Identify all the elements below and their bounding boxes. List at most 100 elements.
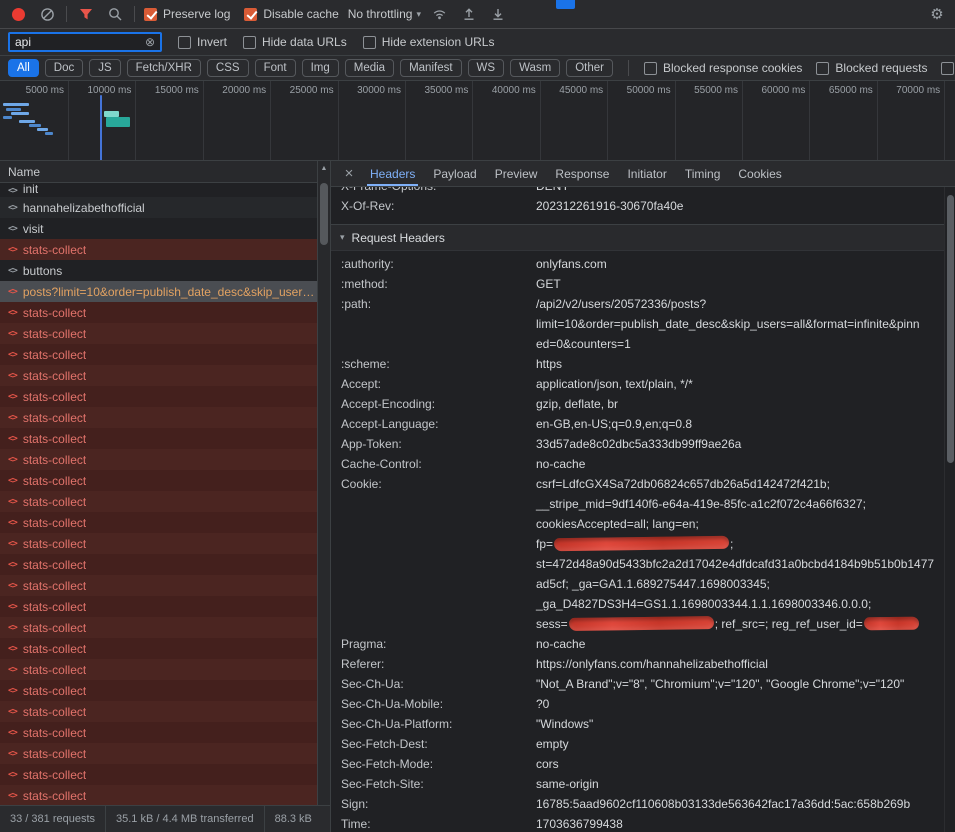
request-row[interactable]: <>stats-collect xyxy=(0,344,317,365)
request-row[interactable]: <>stats-collect xyxy=(0,785,317,805)
type-chip-js[interactable]: JS xyxy=(89,59,120,77)
request-type-icon: <> xyxy=(8,413,17,423)
checkbox-blocked-response-cookies[interactable]: Blocked response cookies xyxy=(644,61,802,75)
request-type-icon: <> xyxy=(8,644,17,654)
scrollbar-thumb[interactable] xyxy=(320,183,328,245)
tab-cookies[interactable]: Cookies xyxy=(729,161,790,186)
request-row[interactable]: <>stats-collect xyxy=(0,386,317,407)
request-headers-section[interactable]: ▾Request Headers xyxy=(331,224,944,251)
filter-toggle-button[interactable] xyxy=(76,4,96,24)
type-chip-img[interactable]: Img xyxy=(302,59,339,77)
request-row[interactable]: <>stats-collect xyxy=(0,575,317,596)
close-icon[interactable]: × xyxy=(337,166,361,181)
tab-payload[interactable]: Payload xyxy=(424,161,485,186)
type-chip-other[interactable]: Other xyxy=(566,59,613,77)
checkbox-hide-extension-urls[interactable]: Hide extension URLs xyxy=(363,35,495,49)
request-row[interactable]: <>stats-collect xyxy=(0,512,317,533)
request-row[interactable]: <>stats-collect xyxy=(0,302,317,323)
search-button[interactable] xyxy=(105,4,125,24)
checkbox-3rd-party-requests[interactable]: 3rd-party requests xyxy=(941,61,955,75)
scroll-up-icon[interactable]: ▲ xyxy=(318,161,330,175)
header-row: Sec-Ch-Ua-Platform:"Windows" xyxy=(331,714,944,734)
request-row[interactable]: <>stats-collect xyxy=(0,554,317,575)
record-button[interactable] xyxy=(8,4,28,24)
request-row[interactable]: <>stats-collect xyxy=(0,323,317,344)
request-row[interactable]: <>stats-collect xyxy=(0,722,317,743)
request-row[interactable]: <>hannahelizabethofficial xyxy=(0,197,317,218)
tab-preview[interactable]: Preview xyxy=(486,161,547,186)
toolbar-separator xyxy=(628,60,629,76)
type-chip-font[interactable]: Font xyxy=(255,59,296,77)
request-row-selected[interactable]: <>posts?limit=10&order=publish_date_desc… xyxy=(0,281,317,302)
request-name: buttons xyxy=(23,264,62,278)
overview-time-label: 15000 ms xyxy=(155,85,203,96)
request-row[interactable]: <>stats-collect xyxy=(0,680,317,701)
header-value-line: cookiesAccepted=all; lang=en; xyxy=(536,514,934,534)
type-chip-manifest[interactable]: Manifest xyxy=(400,59,461,77)
name-column-header[interactable]: Name xyxy=(0,161,330,183)
checkbox-blocked-requests[interactable]: Blocked requests xyxy=(816,61,927,75)
request-row[interactable]: <>stats-collect xyxy=(0,470,317,491)
settings-button[interactable]: ⚙ xyxy=(927,4,947,24)
overview-time-label: 60000 ms xyxy=(761,85,809,96)
requests-scrollbar[interactable]: ▲ xyxy=(317,161,330,805)
request-row[interactable]: <>stats-collect xyxy=(0,659,317,680)
throttling-select[interactable]: No throttling ▾ xyxy=(348,7,421,21)
type-chip-ws[interactable]: WS xyxy=(468,59,505,77)
type-chip-all[interactable]: All xyxy=(8,59,39,77)
header-value-line: _ga_D4827DS3H4=GS1.1.1698003344.1.1.1698… xyxy=(536,594,934,614)
export-har-button[interactable] xyxy=(488,4,508,24)
request-row[interactable]: <>stats-collect xyxy=(0,239,317,260)
header-value-line: 16785:5aad9602cf110608b03133de563642fac1… xyxy=(536,794,910,814)
details-scrollbar[interactable] xyxy=(944,187,955,832)
request-row[interactable]: <>stats-collect xyxy=(0,449,317,470)
request-row[interactable]: <>stats-collect xyxy=(0,638,317,659)
checkbox-hide-data-urls[interactable]: Hide data URLs xyxy=(243,35,347,49)
checkbox-preserve-log[interactable]: Preserve log xyxy=(144,7,230,21)
tab-headers[interactable]: Headers xyxy=(361,161,424,186)
overview-strip[interactable]: 5000 ms10000 ms15000 ms20000 ms25000 ms3… xyxy=(0,81,955,161)
tab-response[interactable]: Response xyxy=(546,161,618,186)
header-value: csrf=LdfcGX4Sa72db06824c657db26a5d142472… xyxy=(536,474,934,634)
header-row: :method:GET xyxy=(331,274,944,294)
request-row[interactable]: <>stats-collect xyxy=(0,701,317,722)
network-conditions-button[interactable] xyxy=(430,4,450,24)
scrollbar-thumb[interactable] xyxy=(947,195,954,463)
clear-filter-icon[interactable]: ⊗ xyxy=(145,36,155,48)
header-value: 16785:5aad9602cf110608b03133de563642fac1… xyxy=(536,794,910,814)
filter-icon xyxy=(79,8,93,21)
header-name: Accept-Language: xyxy=(331,414,536,434)
request-row[interactable]: <>stats-collect xyxy=(0,743,317,764)
type-chip-css[interactable]: CSS xyxy=(207,59,249,77)
request-row[interactable]: <>stats-collect xyxy=(0,764,317,785)
request-row[interactable]: <>init xyxy=(0,183,317,197)
type-chip-doc[interactable]: Doc xyxy=(45,59,83,77)
request-row[interactable]: <>stats-collect xyxy=(0,596,317,617)
request-row[interactable]: <>stats-collect xyxy=(0,365,317,386)
request-row[interactable]: <>stats-collect xyxy=(0,491,317,512)
request-row[interactable]: <>buttons xyxy=(0,260,317,281)
type-chip-wasm[interactable]: Wasm xyxy=(510,59,560,77)
request-row[interactable]: <>stats-collect xyxy=(0,617,317,638)
filter-checkboxes: Invert Hide data URLs Hide extension URLs xyxy=(178,35,494,49)
request-type-icon: <> xyxy=(8,623,17,633)
request-row[interactable]: <>stats-collect xyxy=(0,428,317,449)
waterfall-bar xyxy=(19,120,35,123)
import-har-button[interactable] xyxy=(459,4,479,24)
filter-input[interactable] xyxy=(15,35,145,49)
type-chip-media[interactable]: Media xyxy=(345,59,394,77)
request-type-icon: <> xyxy=(8,581,17,591)
checkbox-invert[interactable]: Invert xyxy=(178,35,227,49)
tab-initiator[interactable]: Initiator xyxy=(618,161,675,186)
tab-timing[interactable]: Timing xyxy=(676,161,730,186)
checkbox-disable-cache[interactable]: Disable cache xyxy=(244,7,338,21)
request-row[interactable]: <>stats-collect xyxy=(0,533,317,554)
request-type-icon: <> xyxy=(8,707,17,717)
request-name: visit xyxy=(23,222,44,236)
header-value: empty xyxy=(536,734,569,754)
request-row[interactable]: <>visit xyxy=(0,218,317,239)
headers-content: X-Frame-Options:DENYX-Of-Rev:20231226191… xyxy=(331,187,944,832)
request-row[interactable]: <>stats-collect xyxy=(0,407,317,428)
clear-button[interactable] xyxy=(37,4,57,24)
type-chip-fetch-xhr[interactable]: Fetch/XHR xyxy=(127,59,201,77)
